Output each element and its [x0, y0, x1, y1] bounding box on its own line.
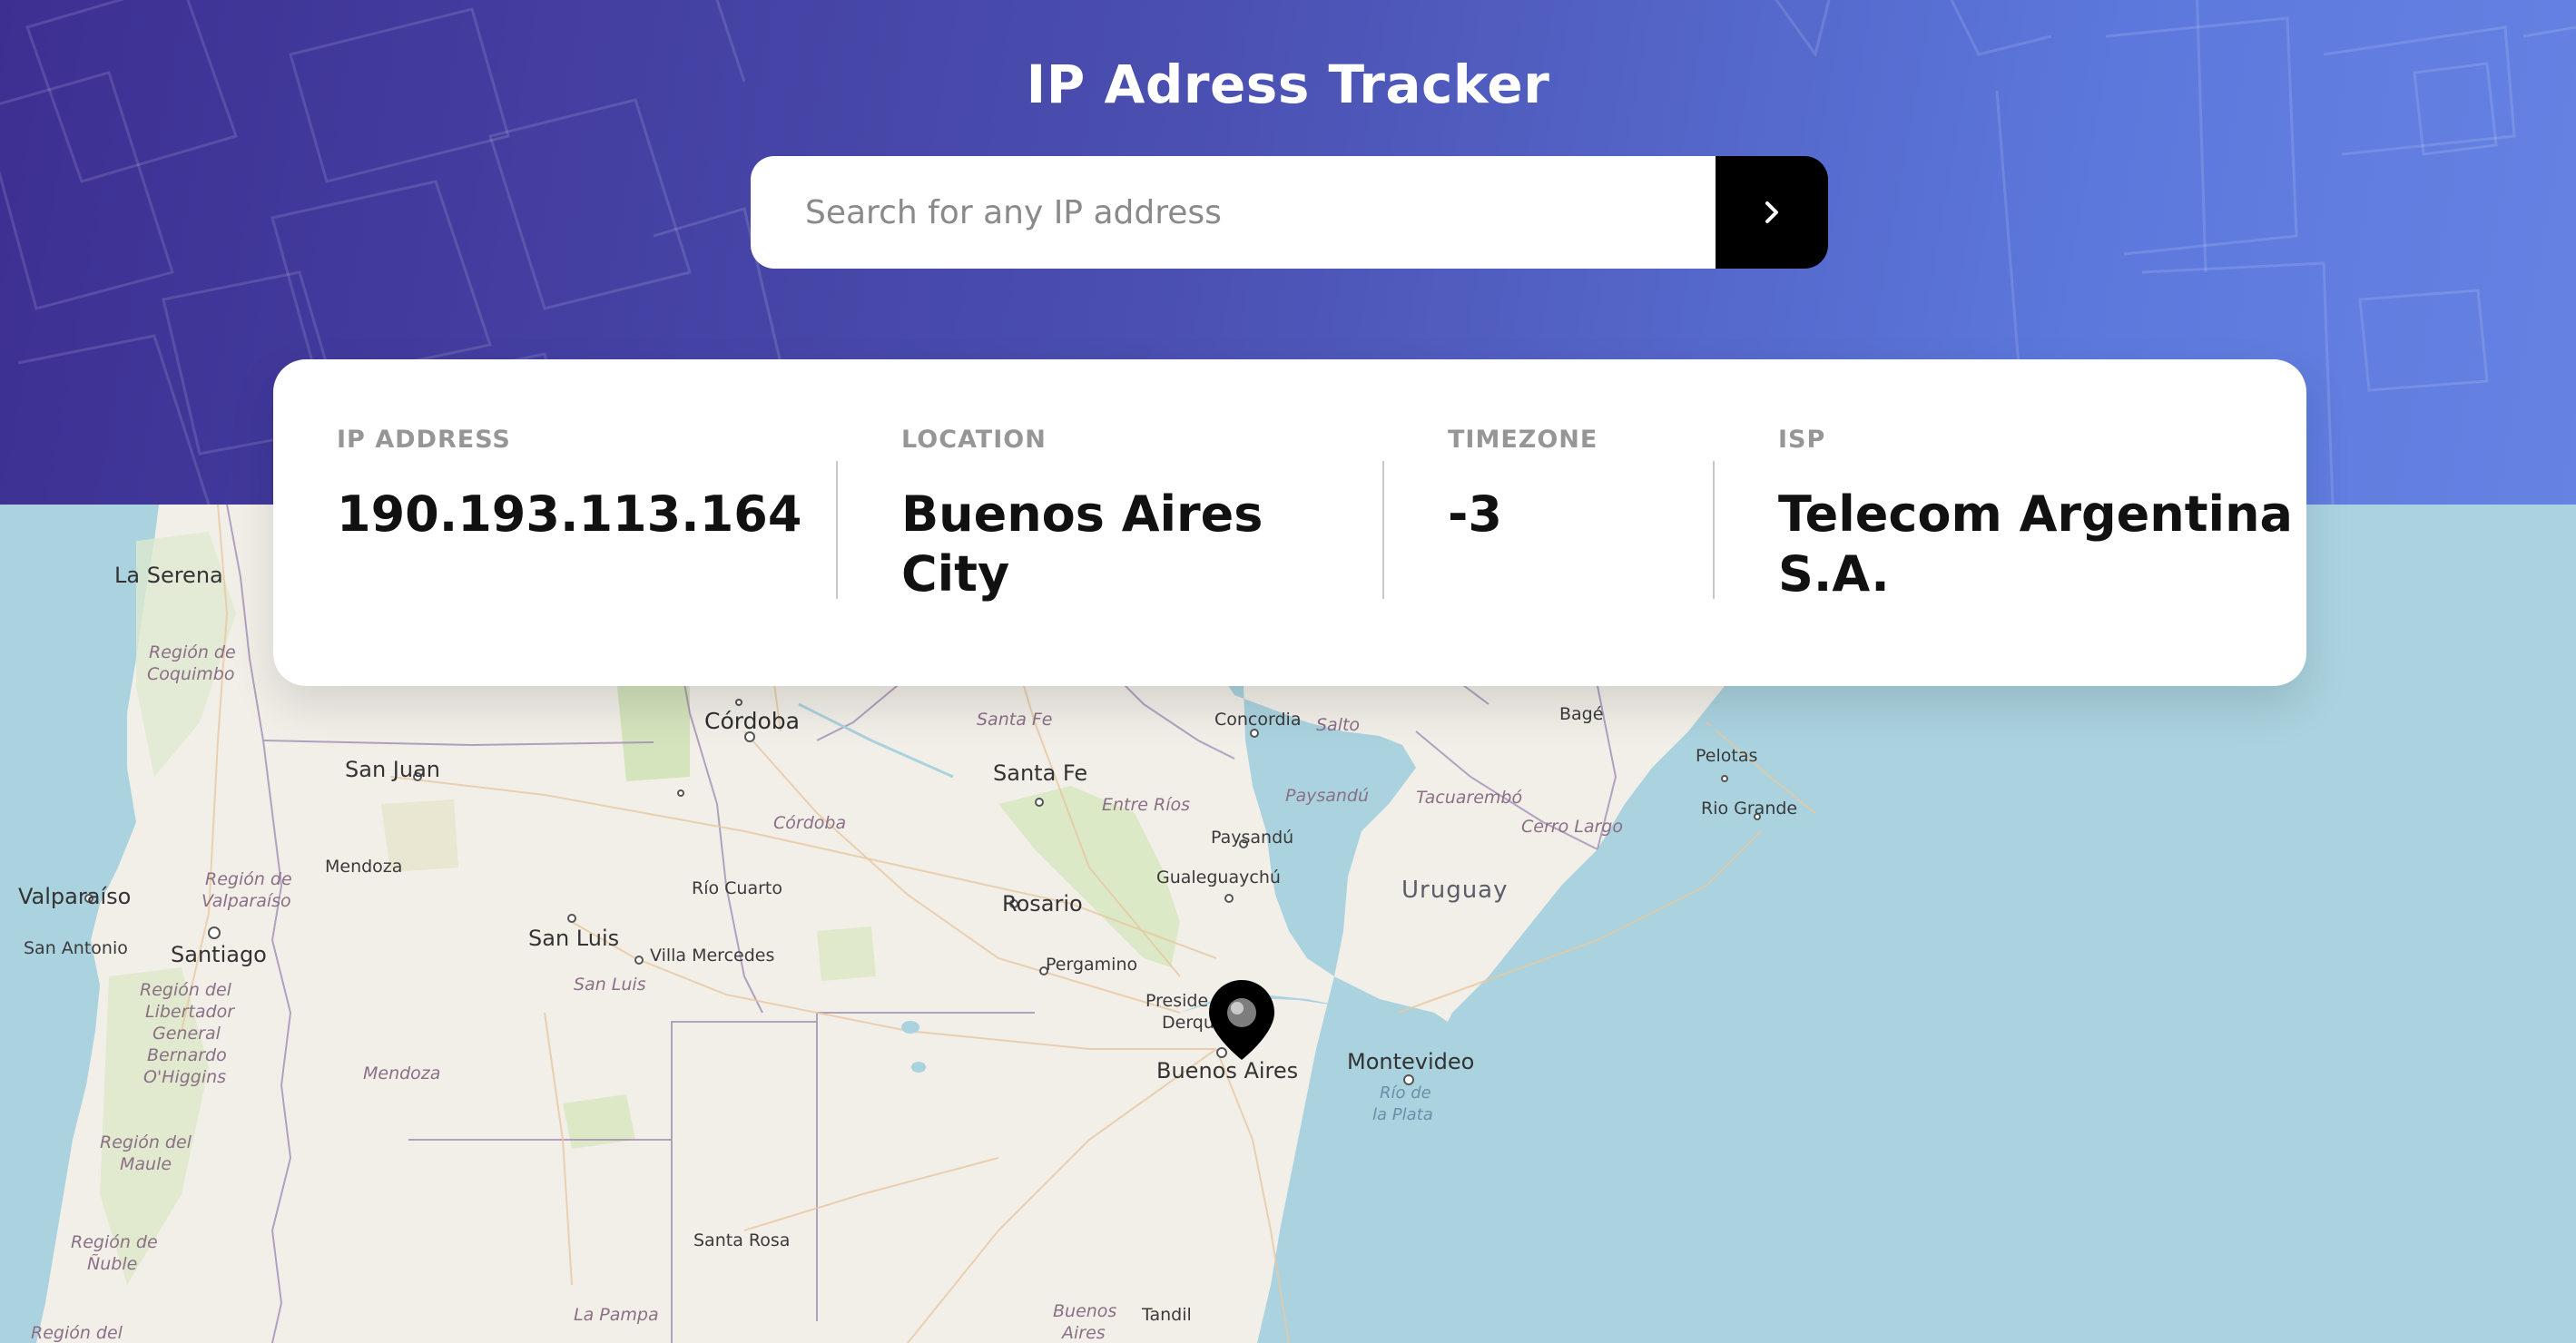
page-title: IP Adress Tracker — [1026, 54, 1550, 115]
map-label-valparaiso: Valparaíso — [18, 884, 132, 909]
map-label-montevideo: Montevideo — [1347, 1049, 1475, 1074]
map-label-santiago: Santiago — [171, 942, 267, 967]
map-label-entre-rios: Entre Ríos — [1102, 795, 1191, 815]
map-label-mendoza-region: Mendoza — [363, 1064, 441, 1083]
divider — [1713, 461, 1715, 599]
map-label-san-luis-region: San Luis — [574, 975, 646, 995]
map-label-region-nuble-2: Ñuble — [87, 1254, 138, 1274]
map-label-cordoba: Córdoba — [704, 708, 800, 734]
map-label-region-libertador: Región del — [140, 980, 231, 1000]
info-card: IP ADDRESS 190.193.113.164 LOCATION Buen… — [273, 359, 2306, 686]
isp-section: ISP Telecom Argentina S.A. — [1778, 425, 2293, 604]
map-label-mendoza-city: Mendoza — [325, 857, 403, 877]
isp-label: ISP — [1778, 426, 1826, 454]
location-pin-icon[interactable] — [1207, 978, 1276, 1062]
map-label-buenos-aires-region-2: Aires — [1062, 1323, 1106, 1343]
map-label-cordoba-region: Córdoba — [773, 813, 847, 833]
location-value-line-1: Buenos Aires — [901, 485, 1263, 543]
map-label-san-antonio: San Antonio — [24, 938, 128, 958]
map-label-villa-mercedes: Villa Mercedes — [650, 946, 775, 966]
location-label: LOCATION — [901, 426, 1047, 454]
map-label-tandil: Tandil — [1142, 1305, 1192, 1325]
isp-value-line-1: Telecom Argentina — [1778, 485, 2293, 543]
map-label-san-luis-city: San Luis — [528, 926, 620, 951]
chevron-right-icon — [1765, 201, 1778, 223]
map-label-region-valparaiso-2: Valparaíso — [202, 891, 291, 911]
map-label-paysandu-city: Paysandú — [1211, 828, 1294, 848]
map-label-rio-grande: Rio Grande — [1701, 799, 1798, 819]
search-form — [751, 156, 1828, 269]
timezone-value: -3 — [1448, 485, 1502, 543]
map-label-presidente-derqui: Preside — [1145, 991, 1209, 1011]
timezone-label: TIMEZONE — [1448, 426, 1598, 454]
map-label-region-nuble: Región de — [71, 1232, 158, 1252]
map-label-region-libertador-4: Bernardo — [147, 1045, 227, 1065]
isp-value-line-2: S.A. — [1778, 545, 1890, 603]
map-label-cerro-largo: Cerro Largo — [1521, 817, 1623, 837]
map-label-region-del: Región del — [31, 1323, 123, 1343]
search-button[interactable] — [1716, 156, 1828, 269]
map-label-rio-de-la-plata: Río de — [1380, 1083, 1431, 1103]
map-label-tacuarembo: Tacuarembó — [1416, 788, 1523, 808]
map-label-santa-fe-city: Santa Fe — [993, 760, 1088, 786]
map-label-concordia: Concordia — [1214, 710, 1302, 730]
divider — [836, 461, 838, 599]
map-label-buenos-aires-region: Buenos — [1053, 1301, 1117, 1321]
map-label-region-libertador-2: Libertador — [145, 1002, 235, 1022]
map-label-region-coquimbo-2: Coquimbo — [147, 664, 235, 684]
isp-value: Telecom Argentina S.A. — [1778, 485, 2293, 604]
map-label-gualeguaychu: Gualeguaychú — [1156, 868, 1281, 887]
map-label-santa-fe-region: Santa Fe — [977, 710, 1053, 730]
location-section: LOCATION Buenos Aires City — [901, 425, 1263, 604]
map-label-san-juan: San Juan — [345, 757, 440, 782]
timezone-section: TIMEZONE -3 — [1448, 425, 1598, 544]
location-value: Buenos Aires City — [901, 485, 1263, 604]
location-value-line-2: City — [901, 545, 1010, 603]
map-label-region-maule: Región del — [100, 1132, 192, 1152]
map-label-rosario: Rosario — [1002, 891, 1083, 917]
map-label-region-libertador-3: General — [152, 1024, 221, 1044]
ip-address-label: IP ADDRESS — [337, 426, 511, 454]
map-label-salto: Salto — [1316, 715, 1361, 735]
map-label-la-serena: La Serena — [114, 563, 223, 588]
map-label-uruguay: Uruguay — [1401, 877, 1509, 904]
map-label-pelotas: Pelotas — [1696, 746, 1758, 766]
map-label-pergamino: Pergamino — [1046, 955, 1138, 975]
map-label-region-coquimbo: Región de — [149, 642, 236, 662]
map-label-rio-cuarto: Río Cuarto — [692, 878, 782, 898]
ip-address-section: IP ADDRESS 190.193.113.164 — [337, 425, 801, 544]
map-label-rio-de-la-plata-2: la Plata — [1372, 1105, 1433, 1124]
map-label-bage: Bagé — [1559, 704, 1604, 724]
map-label-santa-rosa: Santa Rosa — [693, 1230, 791, 1250]
page: La Serena Región de Coquimbo Córdoba San… — [0, 0, 2576, 1343]
ip-address-value: 190.193.113.164 — [337, 485, 802, 543]
map-label-region-maule-2: Maule — [120, 1154, 172, 1174]
map-label-region-libertador-5: O'Higgins — [143, 1067, 227, 1087]
map-label-region-valparaiso: Región de — [205, 869, 292, 889]
map-label-paysandu-region: Paysandú — [1285, 786, 1370, 806]
map-label-la-pampa: La Pampa — [574, 1305, 659, 1325]
search-input[interactable] — [751, 156, 1716, 269]
divider — [1382, 461, 1384, 599]
map-label-buenos-aires-city: Buenos Aires — [1156, 1058, 1299, 1083]
